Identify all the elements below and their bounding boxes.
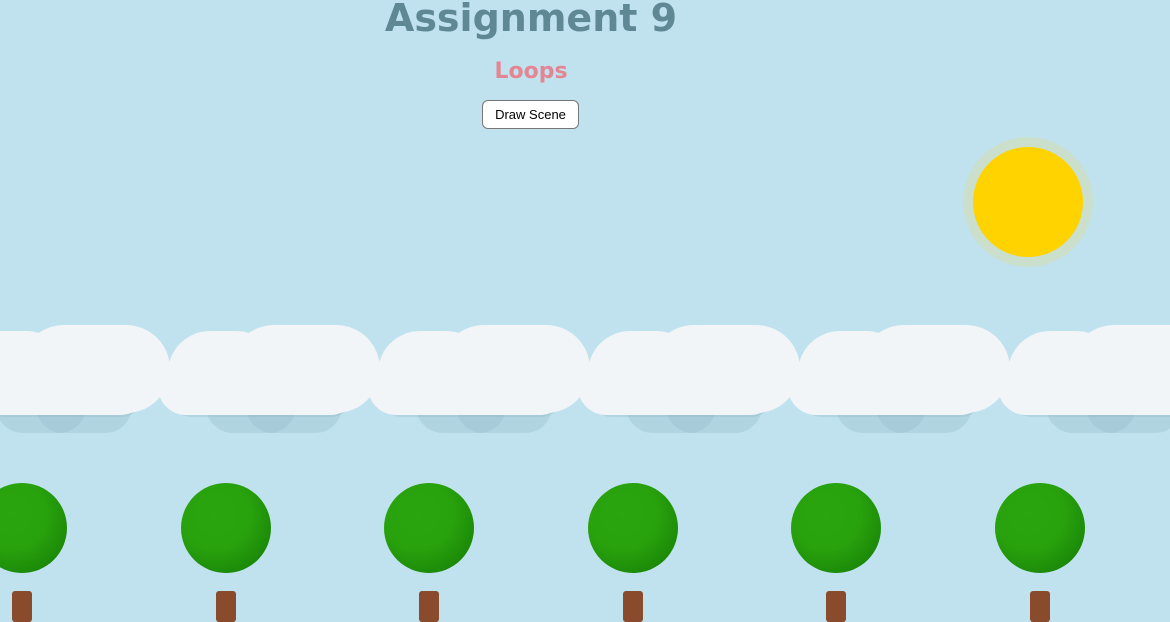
- tree-trunk: [12, 591, 32, 622]
- tree-crown: [181, 483, 271, 573]
- tree-trunk: [1030, 591, 1050, 622]
- tree-trunk: [623, 591, 643, 622]
- tree-trunk: [216, 591, 236, 622]
- tree: [791, 483, 881, 622]
- tree-trunk: [826, 591, 846, 622]
- cloud-puff: [0, 359, 148, 415]
- page-title: Assignment 9: [384, 0, 678, 40]
- cloud-puff: [578, 359, 778, 415]
- cloud: [578, 325, 800, 435]
- cloud-puff: [368, 359, 568, 415]
- tree: [588, 483, 678, 622]
- cloud-puff: [158, 359, 358, 415]
- cloud: [788, 325, 1010, 435]
- tree-crown: [995, 483, 1085, 573]
- sun: [973, 147, 1083, 257]
- cloud-puff: [788, 359, 988, 415]
- tree: [181, 483, 271, 622]
- cloud: [158, 325, 380, 435]
- draw-scene-button[interactable]: Draw Scene: [482, 100, 579, 129]
- cloud-puff: [998, 359, 1170, 415]
- cloud: [0, 325, 170, 435]
- scene-canvas: Assignment 9 Loops Draw Scene: [0, 0, 1170, 622]
- tree: [0, 483, 67, 622]
- tree: [384, 483, 474, 622]
- cloud: [368, 325, 590, 435]
- tree-crown: [0, 483, 67, 573]
- cloud: [998, 325, 1170, 435]
- tree-crown: [791, 483, 881, 573]
- tree-trunk: [419, 591, 439, 622]
- tree: [995, 483, 1085, 622]
- page-subtitle: Loops: [494, 59, 568, 84]
- tree-crown: [384, 483, 474, 573]
- tree-crown: [588, 483, 678, 573]
